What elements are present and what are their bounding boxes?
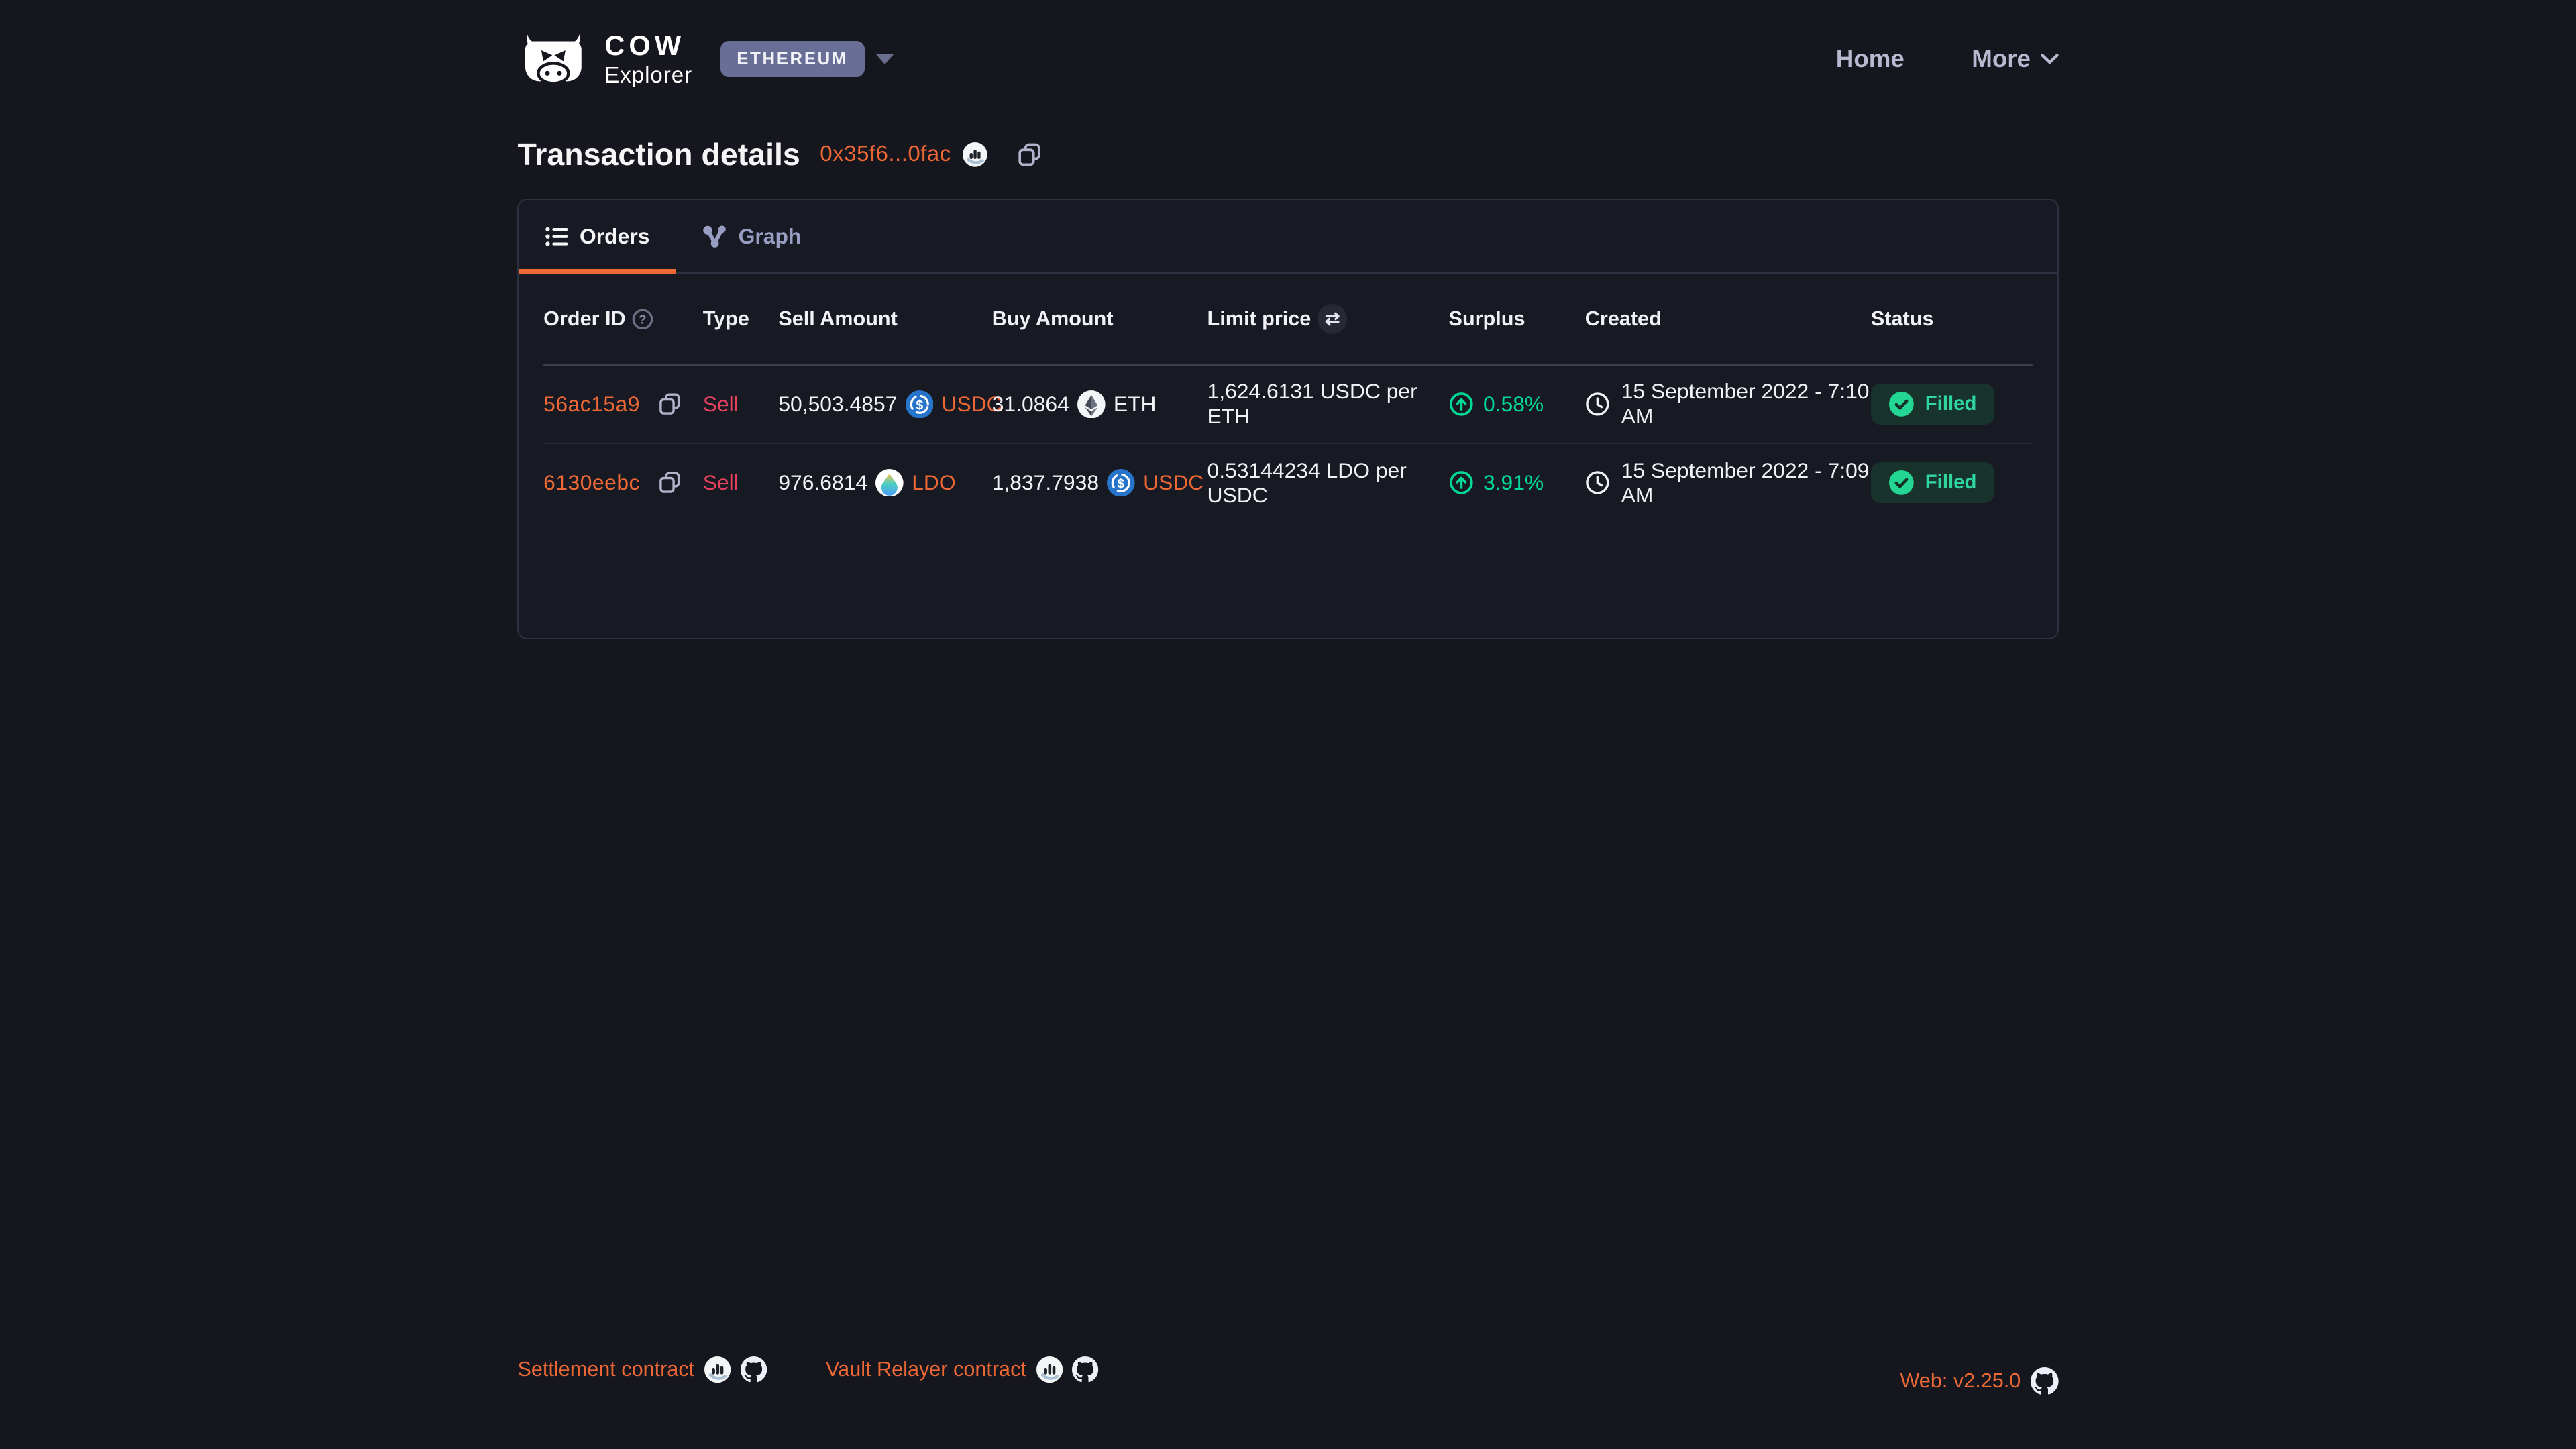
- graph-icon: [702, 225, 727, 248]
- footer: Settlement contract: [0, 1344, 2576, 1395]
- tab-bar: Orders Graph: [519, 200, 2057, 274]
- check-circle-icon: [1889, 392, 1914, 417]
- swap-price-direction-icon[interactable]: ⇄: [1318, 304, 1347, 333]
- web-version: Web: v2.25.0: [1900, 1367, 2058, 1395]
- order-type: Sell: [703, 392, 779, 417]
- status-cell: Filled: [1871, 384, 2033, 425]
- surplus-up-icon: [1449, 392, 1474, 417]
- surplus-up-icon: [1449, 470, 1474, 495]
- ldo-icon: [875, 469, 904, 497]
- table-row: 6130eebc Sell 976.6814: [543, 444, 2033, 521]
- order-id-link[interactable]: 56ac15a9: [543, 392, 640, 417]
- brand-name: COW: [604, 32, 692, 60]
- network-caret-icon: [876, 54, 894, 64]
- limit-price-cell: 1,624.6131 USDC per ETH: [1208, 379, 1449, 429]
- token-link[interactable]: LDO: [912, 470, 955, 495]
- etherscan-link-icon[interactable]: [963, 142, 987, 167]
- status-cell: Filled: [1871, 462, 2033, 503]
- table-header: Order ID ? Type Sell Amount Buy Amount L…: [543, 274, 2033, 366]
- sell-amount-cell: 976.6814: [778, 469, 991, 497]
- brand-product: Explorer: [604, 64, 692, 87]
- buy-amount-cell: 31.0864 ETH: [992, 390, 1208, 419]
- clock-icon: [1585, 392, 1610, 417]
- order-id-link[interactable]: 6130eebc: [543, 470, 640, 495]
- created-cell: 15 September 2022 - 7:09 AM: [1585, 458, 1871, 508]
- tx-hash-link[interactable]: 0x35f6...0fac: [820, 142, 951, 167]
- orders-card: Orders Graph: [517, 199, 2058, 639]
- cow-explorer-app: COW Explorer ETHEREUM Home More: [0, 0, 2576, 1449]
- order-type: Sell: [703, 470, 779, 495]
- tab-graph[interactable]: Graph: [676, 200, 828, 272]
- nav-home[interactable]: Home: [1836, 45, 1904, 73]
- list-icon: [545, 227, 568, 246]
- status-badge: Filled: [1871, 384, 1994, 425]
- limit-price-cell: 0.53144234 LDO per USDC: [1208, 458, 1449, 508]
- token-label: ETH: [1114, 392, 1157, 417]
- svg-text:$: $: [1118, 476, 1125, 491]
- cow-explorer-logo[interactable]: COW Explorer: [517, 32, 692, 87]
- eth-icon: [1077, 390, 1106, 419]
- network-badge[interactable]: ETHEREUM: [720, 41, 865, 76]
- copy-icon[interactable]: [658, 392, 681, 415]
- github-icon[interactable]: [1072, 1356, 1098, 1383]
- usdc-icon: $: [906, 390, 934, 419]
- svg-text:$: $: [916, 398, 923, 413]
- usdc-icon: $: [1107, 469, 1135, 497]
- created-cell: 15 September 2022 - 7:10 AM: [1585, 379, 1871, 429]
- network-selector[interactable]: ETHEREUM: [720, 41, 894, 76]
- etherscan-icon[interactable]: [704, 1356, 731, 1383]
- cow-logo-icon: [517, 32, 590, 87]
- settlement-contract-link: Settlement contract: [517, 1356, 766, 1383]
- copy-tx-hash-icon[interactable]: [1017, 142, 1042, 167]
- sell-amount-cell: 50,503.4857 $ USDC: [778, 390, 991, 419]
- nav-more[interactable]: More: [1972, 45, 2058, 73]
- table-row: 56ac15a9 Sell 50,503.4857: [543, 366, 2033, 444]
- github-icon[interactable]: [741, 1356, 767, 1383]
- surplus-cell: 3.91%: [1449, 470, 1585, 495]
- etherscan-icon[interactable]: [1036, 1356, 1063, 1383]
- check-circle-icon: [1889, 470, 1914, 495]
- copy-icon[interactable]: [658, 471, 681, 494]
- title-row: Transaction details 0x35f6...0fac: [517, 136, 2058, 172]
- vault-relayer-contract-link: Vault Relayer contract: [826, 1356, 1099, 1383]
- orders-table: Order ID ? Type Sell Amount Buy Amount L…: [519, 274, 2057, 521]
- github-icon[interactable]: [2031, 1367, 2059, 1395]
- tab-orders[interactable]: Orders: [519, 200, 676, 272]
- svg-text:?: ?: [639, 312, 647, 326]
- status-badge: Filled: [1871, 462, 1994, 503]
- clock-icon: [1585, 470, 1610, 495]
- help-icon[interactable]: ?: [632, 309, 653, 330]
- top-bar: COW Explorer ETHEREUM Home More: [517, 0, 2058, 95]
- chevron-down-icon: [2041, 54, 2059, 65]
- surplus-cell: 0.58%: [1449, 392, 1585, 417]
- main-nav: Home More: [1836, 45, 2059, 73]
- page-title: Transaction details: [517, 136, 800, 172]
- token-link[interactable]: USDC: [1143, 470, 1203, 495]
- buy-amount-cell: 1,837.7938 $ USDC: [992, 469, 1208, 497]
